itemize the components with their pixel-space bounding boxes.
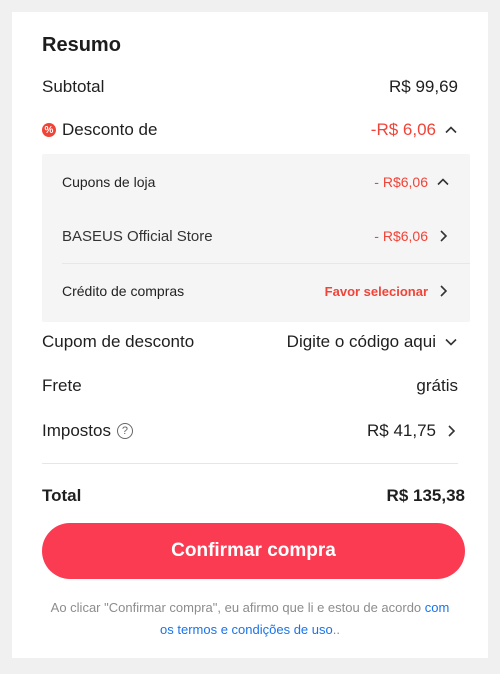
discount-row[interactable]: % Desconto de -R$ 6,06 [42,119,458,141]
total-value: R$ 135,38 [386,486,465,505]
taxes-label: Impostos [42,421,111,440]
discount-label: Desconto de [62,120,158,139]
taxes-value: R$ 41,75 [367,421,436,440]
chevron-right-icon[interactable] [436,229,450,243]
total-row: Total R$ 135,38 [42,485,465,507]
shopping-credit-row[interactable]: Crédito de compras Favor selecionar [62,281,450,301]
shipping-value: grátis [416,376,458,395]
divider [42,463,458,464]
help-icon[interactable]: ? [116,423,133,439]
summary-card: Resumo Subtotal R$ 99,69 % Desconto de -… [12,12,488,658]
subtotal-value: R$ 99,69 [389,77,458,96]
discount-value: -R$ 6,06 [370,120,436,139]
legal-text: Ao clicar "Confirmar compra", eu afirmo … [50,600,425,615]
discount-details-panel: Cupons de loja - R$6,06 BASEUS Official … [42,154,470,322]
chevron-up-icon[interactable] [436,175,450,189]
subtotal-row: Subtotal R$ 99,69 [42,76,458,98]
chevron-right-icon[interactable] [444,424,458,438]
shipping-label: Frete [42,376,82,395]
select-credit-link[interactable]: Favor selecionar [325,284,428,299]
shopping-credit-label: Crédito de compras [62,283,185,299]
subtotal-label: Subtotal [42,77,105,96]
coupon-input[interactable]: Digite o código aqui [287,332,436,352]
store-coupons-value: - R$6,06 [374,174,428,190]
divider [62,263,470,264]
shipping-row: Frete grátis [42,375,458,397]
store-coupons-label: Cupons de loja [62,174,156,190]
chevron-up-icon[interactable] [444,123,458,137]
total-label: Total [42,486,82,505]
coupon-row[interactable]: Cupom de desconto Digite o código aqui [42,331,458,353]
store-value: - R$6,06 [374,228,428,244]
confirm-purchase-button[interactable]: Confirmar compra [42,523,465,579]
store-row[interactable]: BASEUS Official Store - R$6,06 [62,226,450,246]
coupon-label: Cupom de desconto [42,332,195,351]
summary-title: Resumo [42,34,121,56]
chevron-right-icon[interactable] [436,284,450,298]
discount-icon: % [42,123,56,137]
store-label: BASEUS Official Store [62,227,213,245]
taxes-row[interactable]: Impostos ? R$ 41,75 [42,420,458,442]
legal-notice: Ao clicar "Confirmar compra", eu afirmo … [42,597,458,641]
chevron-down-icon[interactable] [444,335,458,349]
store-coupons-row[interactable]: Cupons de loja - R$6,06 [62,172,450,192]
legal-text-end: .. [332,622,340,637]
